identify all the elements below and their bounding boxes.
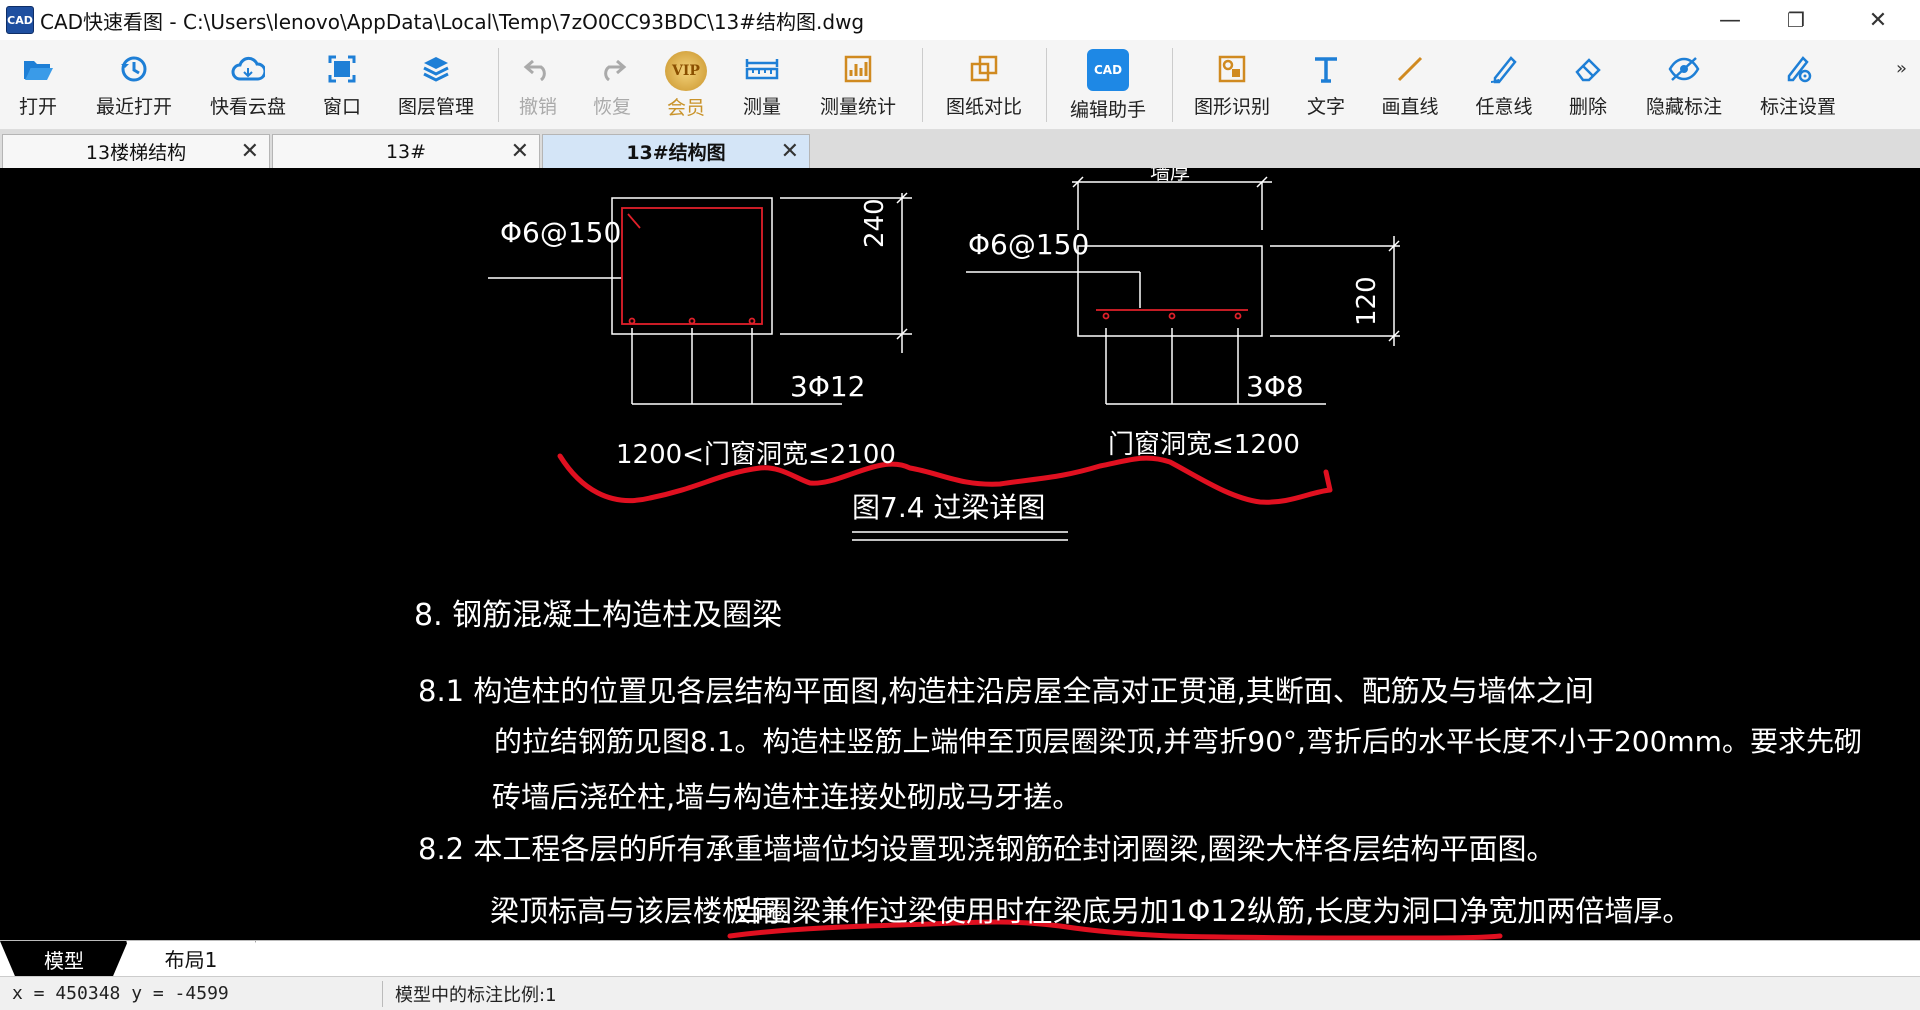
close-icon[interactable]: ✕ (511, 139, 529, 164)
left-caption: 1200<门窗洞宽≤2100 (616, 440, 896, 470)
note-heading-8: 8. 钢筋混凝土构造柱及圈梁 (414, 598, 783, 633)
window-title: CAD快速看图 - C:\Users\lenovo\AppData\Local\… (40, 9, 865, 34)
shape-recognition-button[interactable]: 图形识别 (1184, 40, 1280, 130)
shape-recognition-icon (1215, 52, 1249, 86)
app-logo-icon: CAD (6, 6, 34, 34)
vip-badge-icon: VIP (665, 50, 707, 91)
status-bar: x = 450348 y = -4599 模型中的标注比例:1 (0, 976, 1920, 1010)
right-rebar (1096, 309, 1248, 320)
toolbar-separator (1172, 48, 1173, 122)
note-8-1-line-2: 的拉结钢筋见图8.1。构造柱竖筋上端伸至顶层圈梁顶,并弯折90°,弯折后的水平长… (494, 725, 1862, 758)
undo-icon (521, 52, 555, 86)
main-toolbar: 打开 最近打开 快看云盘 窗口 图层管理 撤销 恢复 VIP 会员 测量 测量统… (0, 40, 1920, 130)
text-tool-button[interactable]: 文字 (1298, 40, 1354, 130)
vip-member-button[interactable]: VIP 会员 (658, 40, 714, 130)
cloud-disk-button[interactable]: 快看云盘 (200, 40, 296, 130)
cloud-icon (231, 52, 265, 86)
annotation-scale: 模型中的标注比例:1 (382, 980, 557, 1007)
close-icon[interactable]: ✕ (241, 139, 259, 164)
annotation-settings-icon (1781, 52, 1815, 86)
tab-13[interactable]: 13# ✕ (272, 134, 540, 168)
redo-icon (595, 52, 629, 86)
note-8-2-line-2b: 当圈梁兼作过梁使用时在梁底另加1Φ12纵筋,长度为洞口净宽加两倍墙厚。 (734, 894, 1692, 928)
right-top-dim-label: 墙厚 (1150, 168, 1190, 184)
document-tab-bar: 13楼梯结构 ✕ 13# ✕ 13#结构图 ✕ (0, 130, 1920, 168)
left-rebar-label: 3Φ12 (790, 370, 866, 403)
measure-stats-icon (841, 52, 875, 86)
toolbar-separator (1046, 48, 1047, 122)
undo-button[interactable]: 撤销 (510, 40, 566, 130)
folder-open-icon (21, 52, 55, 86)
window-button[interactable]: 窗口 (314, 40, 370, 130)
hide-eye-icon (1667, 52, 1701, 86)
draw-line-button[interactable]: 画直线 (1372, 40, 1448, 130)
title-bar: CAD CAD快速看图 - C:\Users\lenovo\AppData\Lo… (0, 0, 1920, 40)
left-stirrup-label: Φ6@150 (500, 216, 622, 249)
figure-title: 图7.4 过梁详图 (852, 491, 1046, 524)
ruler-icon (745, 52, 779, 86)
toolbar-overflow-button[interactable]: » (1896, 58, 1907, 79)
open-button[interactable]: 打开 (8, 40, 68, 130)
tab-layout-1[interactable]: 布局1 (126, 941, 256, 977)
freehand-pen-icon (1487, 52, 1521, 86)
compare-icon (967, 52, 1001, 86)
history-icon (117, 52, 151, 86)
tab-13-stair-structure[interactable]: 13楼梯结构 ✕ (2, 134, 270, 168)
recent-open-button[interactable]: 最近打开 (86, 40, 182, 130)
drawing-svg (488, 176, 1503, 940)
annotation-settings-button[interactable]: 标注设置 (1750, 40, 1846, 130)
layer-manager-button[interactable]: 图层管理 (388, 40, 484, 130)
delete-button[interactable]: 删除 (1560, 40, 1616, 130)
right-beam-detail (966, 176, 1400, 405)
drawing-canvas[interactable]: Φ6@150 240 3Φ12 1200<门窗洞宽≤2100 墙厚 Φ6@150… (0, 168, 1920, 940)
tab-13-structure-drawing[interactable]: 13#结构图 ✕ (542, 134, 810, 168)
left-dim-label: 240 (860, 198, 890, 248)
freehand-line-button[interactable]: 任意线 (1466, 40, 1542, 130)
layout-tab-bar: 模型 布局1 (0, 940, 1920, 977)
note-8-2-line-1: 8.2 本工程各层的所有承重墙墙位均设置现浇钢筋砼封闭圈梁,圈梁大样各层结构平面… (418, 832, 1556, 866)
layers-icon (419, 52, 453, 86)
edit-assistant-button[interactable]: CAD 编辑助手 (1058, 40, 1158, 130)
window-icon (325, 52, 359, 86)
figure-title-underline (852, 531, 1068, 541)
measure-button[interactable]: 测量 (732, 40, 792, 130)
measure-stats-button[interactable]: 测量统计 (810, 40, 906, 130)
close-icon[interactable]: ✕ (781, 139, 799, 164)
left-rebar (621, 207, 763, 325)
right-stirrup-label: Φ6@150 (968, 228, 1090, 261)
compare-button[interactable]: 图纸对比 (936, 40, 1032, 130)
tab-model[interactable]: 模型 (0, 941, 128, 977)
edit-assistant-icon: CAD (1087, 48, 1129, 91)
hide-annotation-button[interactable]: 隐藏标注 (1636, 40, 1732, 130)
line-icon (1393, 52, 1427, 86)
close-button[interactable]: ✕ (1848, 0, 1908, 40)
text-icon (1309, 52, 1343, 86)
right-rebar-label: 3Φ8 (1246, 370, 1304, 403)
cursor-coordinates: x = 450348 y = -4599 (12, 983, 229, 1004)
redo-button[interactable]: 恢复 (584, 40, 640, 130)
note-8-1-line-3: 砖墙后浇砼柱,墙与构造柱连接处砌成马牙搓。 (492, 780, 1082, 814)
toolbar-separator (498, 48, 499, 122)
restore-button[interactable]: ❐ (1766, 0, 1826, 40)
eraser-icon (1571, 52, 1605, 86)
right-caption: 门窗洞宽≤1200 (1108, 430, 1300, 460)
toolbar-separator (922, 48, 923, 122)
right-dim-label: 120 (1352, 276, 1382, 326)
minimize-button[interactable]: — (1700, 0, 1760, 40)
note-8-1-line-1: 8.1 构造柱的位置见各层结构平面图,构造柱沿房屋全高对正贯通,其断面、配筋及与… (418, 674, 1594, 708)
